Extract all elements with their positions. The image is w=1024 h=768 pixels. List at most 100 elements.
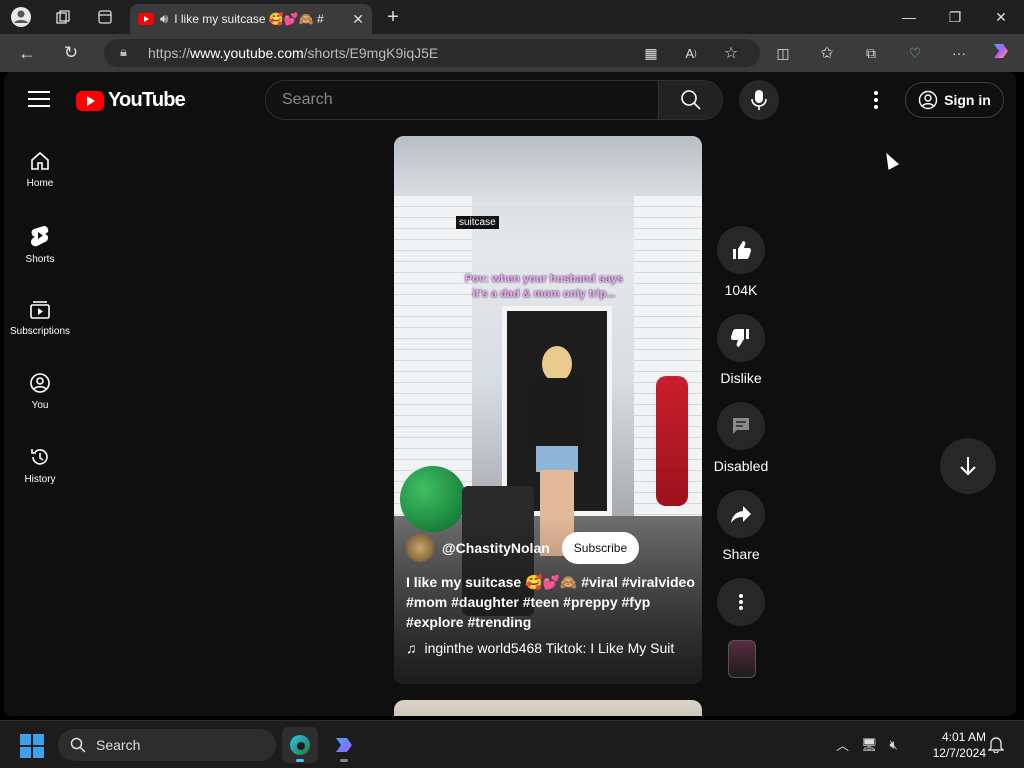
favorite-star-icon[interactable]: ☆ xyxy=(720,43,742,63)
sign-in-button[interactable]: Sign in xyxy=(905,82,1004,118)
video-scene-santa xyxy=(656,376,688,506)
address-bar-row: ← ↻ 🔒︎ https://www.youtube.com/shorts/E9… xyxy=(0,34,1024,72)
arrow-down-icon xyxy=(960,457,976,476)
sidebar-item-label: Home xyxy=(26,178,54,189)
edge-icon xyxy=(290,735,310,755)
split-screen-icon[interactable]: ◫ xyxy=(772,43,794,63)
copilot-icon[interactable] xyxy=(990,41,1012,61)
dislike-label: Dislike xyxy=(720,370,762,386)
history-icon xyxy=(31,449,48,465)
music-note-icon: ♫ xyxy=(406,640,417,656)
restore-icon[interactable]: ❐ xyxy=(932,0,978,34)
volume-muted-icon[interactable]: 🔇︎ xyxy=(890,737,898,753)
shorts-icon xyxy=(31,226,49,247)
browser-tab-bar: 🔊︎ I like my suitcase 🥰💕🙈 # ✕ + — ❐ ✕ xyxy=(0,0,1024,34)
taskbar-copilot-app[interactable] xyxy=(326,727,362,763)
url-path: /shorts/E9mgK9iqJ5E xyxy=(303,45,439,61)
tab-actions-icon[interactable] xyxy=(94,7,116,27)
comments-label: Disabled xyxy=(713,458,769,474)
taskbar: Search ︿ 🖥︎ 🔇︎ 4:01 AM 12/7/2024 xyxy=(0,720,1024,768)
sidebar-item-subscriptions[interactable]: Subscriptions xyxy=(4,292,76,356)
more-options-button[interactable] xyxy=(717,578,765,626)
sidebar-item-you[interactable]: You xyxy=(4,366,76,430)
clock-time: 4:01 AM xyxy=(941,730,986,744)
youtube-favicon-icon xyxy=(138,13,154,25)
like-button[interactable] xyxy=(717,226,765,274)
system-tray: ︿ 🖥︎ 🔇︎ xyxy=(836,735,898,754)
sidebar-item-shorts[interactable]: Shorts xyxy=(4,218,76,282)
microphone-icon xyxy=(751,90,767,110)
new-tab-icon[interactable]: + xyxy=(382,6,404,28)
tab-title: I like my suitcase 🥰💕🙈 # xyxy=(174,12,324,26)
taskbar-edge-app[interactable] xyxy=(282,727,318,763)
video-sticker-text: suitcase xyxy=(456,216,499,229)
settings-more-icon[interactable]: ··· xyxy=(948,43,970,63)
logo-text: YouTube xyxy=(108,89,186,111)
sign-in-label: Sign in xyxy=(944,92,991,108)
subscribe-button[interactable]: Subscribe xyxy=(561,532,640,564)
search-button[interactable] xyxy=(658,81,722,119)
windows-start-icon[interactable] xyxy=(20,734,44,758)
clock-date: 12/7/2024 xyxy=(932,746,986,760)
home-icon xyxy=(31,151,49,170)
share-action: Share xyxy=(714,490,768,562)
share-button[interactable] xyxy=(717,490,765,538)
you-icon xyxy=(30,373,50,393)
sidebar-item-history[interactable]: History xyxy=(4,440,76,504)
taskbar-search-box[interactable]: Search xyxy=(58,729,276,761)
minimize-icon[interactable]: — xyxy=(886,0,932,34)
sidebar-item-label: History xyxy=(24,474,56,485)
dislike-action: Dislike xyxy=(714,314,768,386)
more-action xyxy=(714,578,768,626)
short-video-player[interactable]: suitcase Pov: when your husband says it'… xyxy=(394,136,702,684)
collections-icon[interactable]: ⧉ xyxy=(860,43,882,63)
url-prefix: https:// xyxy=(148,45,191,61)
refresh-icon[interactable]: ↻ xyxy=(60,43,82,63)
browser-essentials-icon[interactable]: ♡ xyxy=(904,43,926,63)
yt-header: YouTube Sign in xyxy=(4,72,1016,128)
read-aloud-icon[interactable]: A) xyxy=(680,43,702,63)
youtube-logo[interactable]: YouTube xyxy=(76,89,186,112)
thumbs-up-icon xyxy=(733,241,751,259)
sidebar-item-label: Shorts xyxy=(25,254,55,265)
active-tab[interactable]: 🔊︎ I like my suitcase 🥰💕🙈 # ✕ xyxy=(130,4,372,34)
lock-icon[interactable]: 🔒︎ xyxy=(120,44,127,60)
settings-menu-icon[interactable] xyxy=(864,88,888,112)
copilot-app-icon xyxy=(336,738,352,752)
like-count: 104K xyxy=(724,282,758,298)
youtube-play-icon xyxy=(76,90,104,111)
favorites-icon[interactable]: ✩ xyxy=(816,43,838,63)
account-icon xyxy=(918,90,938,110)
next-short-preview[interactable] xyxy=(394,700,702,716)
profile-icon[interactable] xyxy=(10,7,32,27)
sidebar-item-home[interactable]: Home xyxy=(4,144,76,208)
taskbar-clock[interactable]: 4:01 AM 12/7/2024 xyxy=(920,729,986,761)
back-icon[interactable]: ← xyxy=(16,43,38,63)
close-tab-icon[interactable]: ✕ xyxy=(352,11,364,28)
short-title[interactable]: I like my suitcase 🥰💕🙈 #viral #viralvide… xyxy=(406,572,696,632)
hamburger-menu-icon[interactable] xyxy=(28,89,50,109)
search-input[interactable] xyxy=(266,81,658,119)
comment-icon xyxy=(733,418,749,434)
sidebar-item-label: You xyxy=(31,400,49,411)
search-box xyxy=(265,80,723,120)
close-window-icon[interactable]: ✕ xyxy=(978,0,1024,34)
show-hidden-icons-icon[interactable]: ︿ xyxy=(836,735,849,754)
network-icon[interactable]: 🖥︎ xyxy=(861,737,878,753)
comments-action: Disabled xyxy=(714,402,768,474)
sound-thumbnail[interactable] xyxy=(728,640,756,678)
workspaces-icon[interactable] xyxy=(52,7,74,27)
notifications-icon[interactable] xyxy=(987,735,1005,758)
comments-button[interactable] xyxy=(717,402,765,450)
share-label: Share xyxy=(722,546,760,562)
dislike-button[interactable] xyxy=(717,314,765,362)
speaker-icon[interactable]: 🔊︎ xyxy=(160,11,168,27)
app-available-icon[interactable]: ▦ xyxy=(640,43,662,63)
voice-search-button[interactable] xyxy=(739,80,779,120)
more-vert-icon xyxy=(739,594,743,610)
next-short-button[interactable] xyxy=(940,438,996,494)
channel-name[interactable]: @ChastityNolan xyxy=(442,540,550,556)
music-text: inginthe world5468 Tiktok: I Like My Sui… xyxy=(424,640,675,656)
music-row[interactable]: ♫ inginthe world5468 Tiktok: I Like My S… xyxy=(406,640,696,656)
channel-avatar[interactable] xyxy=(406,534,434,562)
